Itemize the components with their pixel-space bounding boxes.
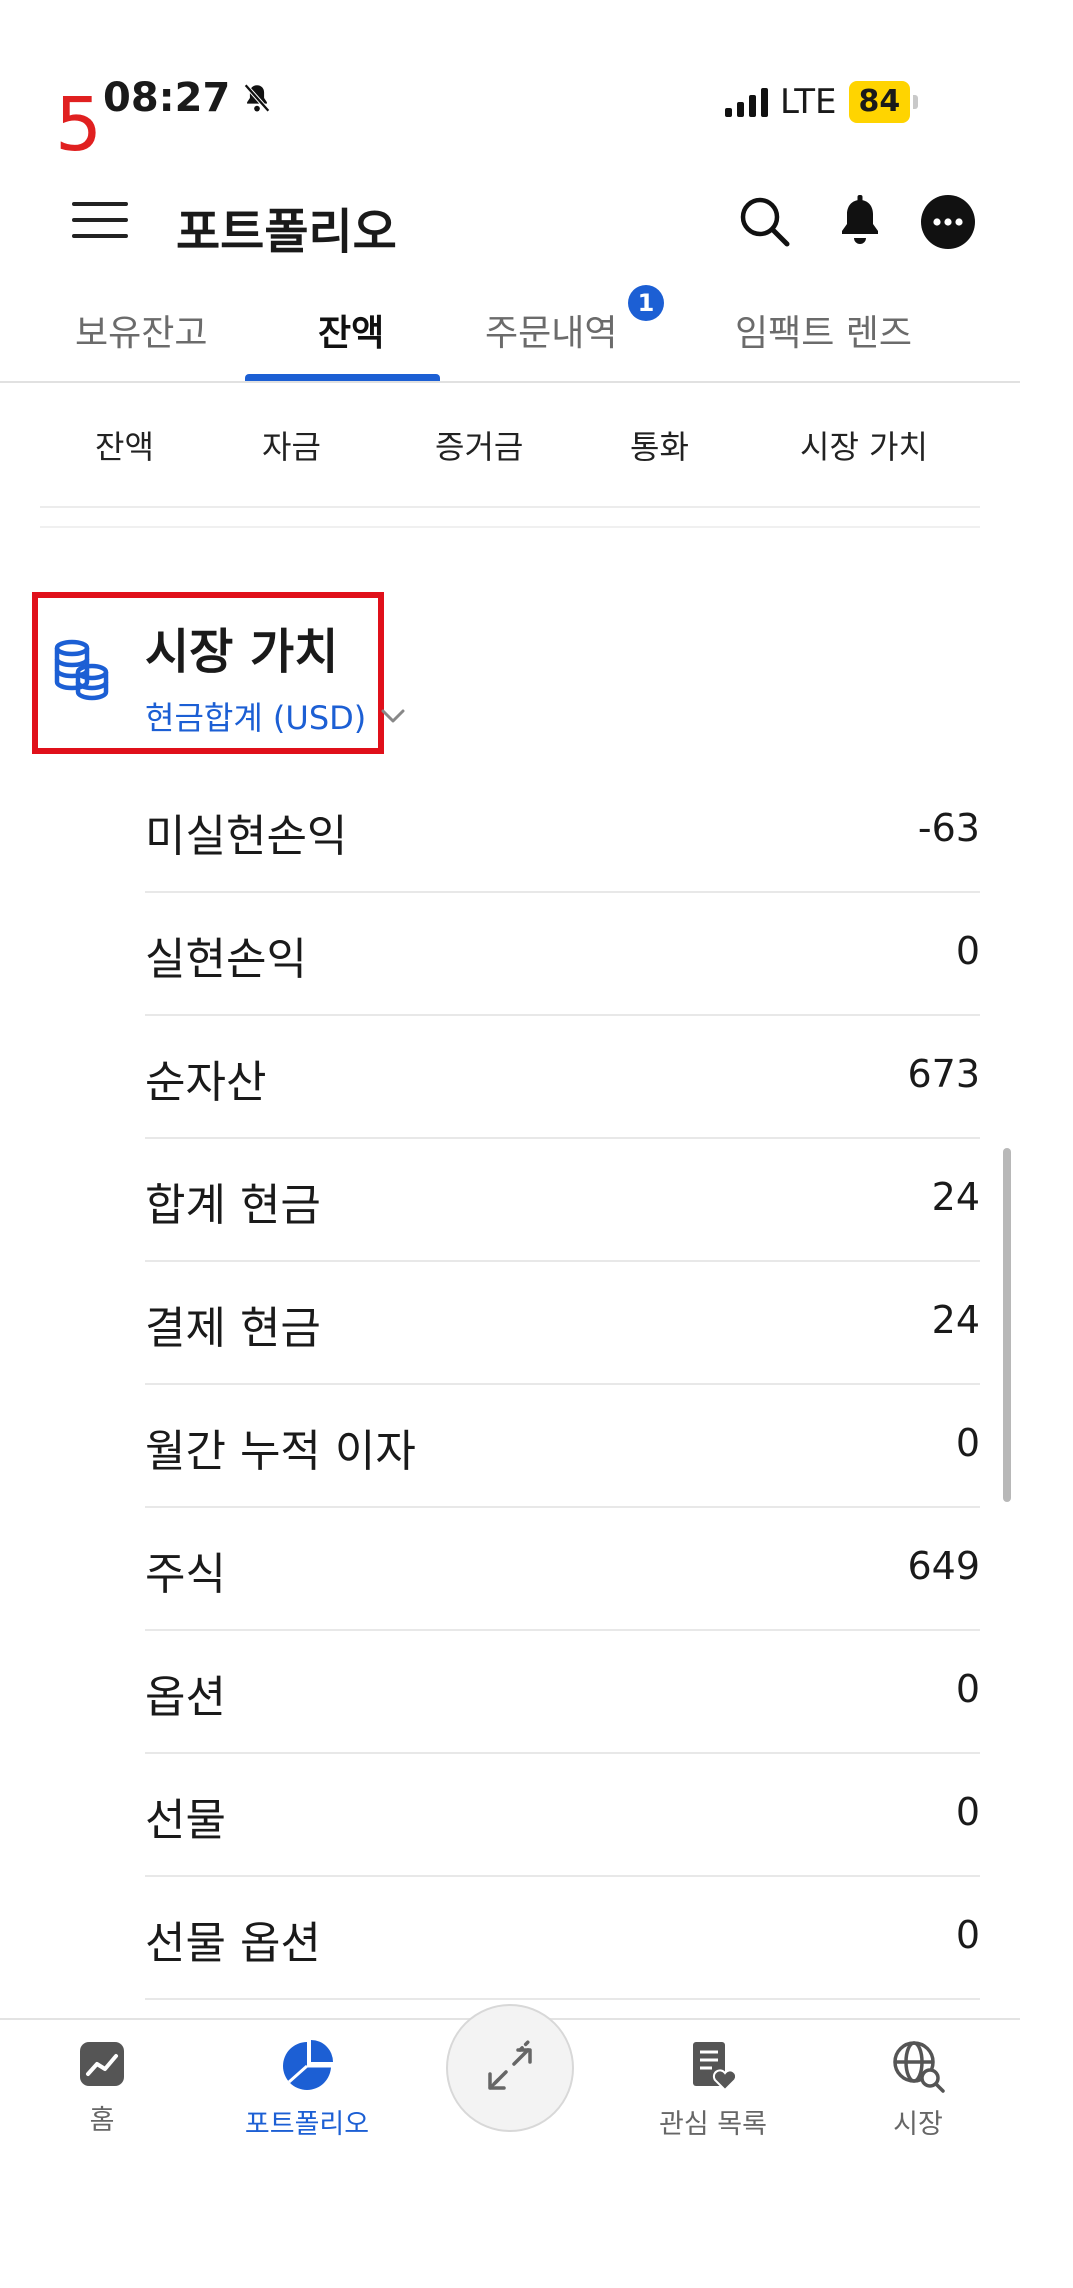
status-indicators: LTE 84 — [725, 80, 919, 124]
row-value: 0 — [955, 1421, 980, 1465]
expand-button[interactable] — [446, 2004, 574, 2132]
divider — [40, 526, 980, 528]
nav-label: 관심 목록 — [659, 2109, 767, 2140]
row-value: 673 — [907, 1052, 980, 1096]
row-value: 0 — [955, 1667, 980, 1711]
nav-label: 홈 — [89, 2105, 115, 2136]
subtab-funds[interactable]: 자금 — [262, 422, 321, 468]
row-label: 선물 — [145, 1795, 226, 1846]
app-header: 포트폴리오 — [0, 180, 1020, 260]
annotation-number: 5 — [55, 82, 103, 168]
pie-chart-icon — [283, 2040, 333, 2090]
expand-arrows-icon — [488, 2038, 532, 2090]
chevron-down-icon — [381, 709, 405, 723]
network-type: LTE — [780, 82, 837, 122]
row-value: -63 — [917, 806, 980, 850]
more-options-icon[interactable] — [918, 192, 978, 252]
list-item: 미실현손익 -63 — [145, 770, 980, 893]
row-value: 0 — [955, 929, 980, 973]
nav-home[interactable]: 홈 — [32, 2038, 172, 2137]
globe-search-icon — [893, 2041, 945, 2093]
list-item: 선물 0 — [145, 1754, 980, 1877]
orders-badge: 1 — [628, 285, 664, 321]
row-label: 합계 현금 — [145, 1180, 321, 1231]
battery-level: 84 — [848, 81, 911, 123]
list-item: 월간 누적 이자 0 — [145, 1385, 980, 1508]
nav-watchlist[interactable]: 관심 목록 — [643, 2038, 783, 2141]
battery-icon: 84 — [848, 81, 919, 123]
row-label: 월간 누적 이자 — [145, 1426, 416, 1477]
coins-icon — [54, 639, 109, 701]
subtab-currency[interactable]: 통화 — [630, 422, 689, 468]
search-icon[interactable] — [735, 192, 795, 252]
market-value-list: 미실현손익 -63 실현손익 0 순자산 673 합계 현금 24 결제 현금 24 월간… — [145, 770, 980, 2000]
list-item: 옵션 0 — [145, 1631, 980, 1754]
row-value: 24 — [931, 1175, 980, 1219]
nav-label: 포트폴리오 — [244, 2109, 370, 2140]
nav-market[interactable]: 시장 — [848, 2038, 988, 2141]
currency-label: 현금합계 (USD) — [145, 699, 367, 737]
subtab-market-value[interactable]: 시장 가치 — [800, 422, 928, 468]
row-label: 결제 현금 — [145, 1303, 321, 1354]
menu-icon[interactable] — [72, 200, 128, 240]
section-title: 시장 가치 — [145, 624, 339, 680]
row-value: 0 — [955, 1913, 980, 1957]
status-time: 08:27 — [103, 78, 274, 118]
main-tabs: 보유잔고 잔액 주문내역 임팩트 렌즈 — [0, 268, 1020, 383]
list-item: 합계 현금 24 — [145, 1139, 980, 1262]
nav-portfolio[interactable]: 포트폴리오 — [237, 2038, 377, 2141]
list-item: 주식 649 — [145, 1508, 980, 1631]
row-value: 0 — [955, 1790, 980, 1834]
row-label: 주식 — [145, 1549, 226, 1600]
list-item: 결제 현금 24 — [145, 1262, 980, 1385]
bell-icon[interactable] — [830, 192, 890, 252]
row-label: 미실현손익 — [145, 811, 348, 862]
page-title: 포트폴리오 — [176, 204, 397, 260]
row-label: 옵션 — [145, 1672, 226, 1723]
home-chart-icon — [80, 2042, 124, 2086]
bell-muted-icon — [244, 83, 271, 113]
subtab-balance[interactable]: 잔액 — [95, 422, 154, 468]
list-item: 실현손익 0 — [145, 893, 980, 1016]
tab-holdings[interactable]: 보유잔고 — [75, 304, 207, 356]
row-label: 실현손익 — [145, 934, 307, 985]
tab-impact-lens[interactable]: 임팩트 렌즈 — [735, 304, 912, 356]
list-item: 선물 옵션 0 — [145, 1877, 980, 2000]
row-value: 649 — [907, 1544, 980, 1588]
tab-balance[interactable]: 잔액 — [318, 304, 384, 356]
scrollbar[interactable] — [1003, 1148, 1011, 1502]
active-tab-indicator — [245, 374, 440, 381]
status-time-text: 08:27 — [103, 75, 231, 121]
row-value: 24 — [931, 1298, 980, 1342]
subtab-margin[interactable]: 증거금 — [435, 422, 523, 468]
signal-icon — [725, 87, 768, 117]
row-label: 순자산 — [145, 1057, 267, 1108]
row-label: 선물 옵션 — [145, 1918, 321, 1969]
nav-label: 시장 — [893, 2109, 943, 2140]
list-item: 순자산 673 — [145, 1016, 980, 1139]
watchlist-icon — [693, 2042, 738, 2092]
tab-orders[interactable]: 주문내역 — [485, 304, 617, 356]
sub-tabs: 잔액 자금 증거금 통화 시장 가치 — [40, 400, 980, 508]
currency-dropdown[interactable]: 현금합계 (USD) — [145, 693, 410, 739]
